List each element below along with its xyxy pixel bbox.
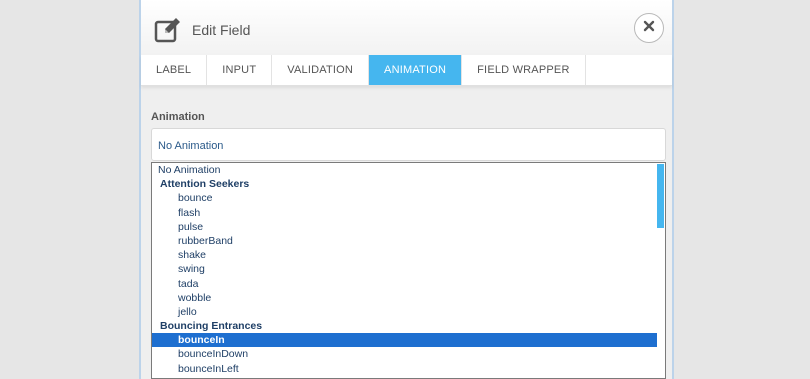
tab-field-wrapper[interactable]: FIELD WRAPPER — [462, 55, 586, 85]
close-button[interactable] — [634, 13, 664, 43]
option-bounceinleft[interactable]: bounceInLeft — [152, 362, 665, 376]
option-tada[interactable]: tada — [152, 277, 665, 291]
option-swing[interactable]: swing — [152, 262, 665, 276]
option-jello[interactable]: jello — [152, 305, 665, 319]
animation-label: Animation — [151, 111, 205, 123]
tab-validation[interactable]: VALIDATION — [272, 55, 370, 85]
option-pulse[interactable]: pulse — [152, 220, 665, 234]
close-icon — [643, 19, 655, 37]
tab-bar: LABEL INPUT VALIDATION ANIMATION FIELD W… — [141, 55, 672, 86]
optgroup-attention-seekers: Attention Seekers — [160, 178, 250, 191]
option-bouncein[interactable]: bounceIn — [152, 333, 657, 348]
option-no-animation[interactable]: No Animation — [152, 163, 665, 177]
dropdown-scrollbar[interactable] — [657, 164, 664, 228]
option-rubberband[interactable]: rubberBand — [152, 234, 665, 248]
tab-animation[interactable]: ANIMATION — [369, 55, 463, 85]
option-bounce[interactable]: bounce — [152, 191, 665, 205]
option-flash[interactable]: flash — [152, 206, 665, 220]
optgroup-bouncing-entrances: Bouncing Entrances — [160, 320, 263, 333]
option-shake[interactable]: shake — [152, 248, 665, 262]
panel-header: Edit Field — [141, 0, 672, 56]
tab-label[interactable]: LABEL — [141, 55, 208, 85]
option-wobble[interactable]: wobble — [152, 291, 665, 305]
tab-input[interactable]: INPUT — [207, 55, 273, 85]
edit-icon — [154, 16, 182, 44]
animation-dropdown-list: No Animation Attention Seekers bounce fl… — [151, 162, 666, 379]
edit-field-panel: Edit Field LABEL INPUT VALIDATION ANIMAT… — [139, 0, 674, 379]
animation-select[interactable]: No Animation — [151, 128, 666, 161]
option-bounceindown[interactable]: bounceInDown — [152, 347, 665, 361]
page-title: Edit Field — [192, 22, 251, 38]
